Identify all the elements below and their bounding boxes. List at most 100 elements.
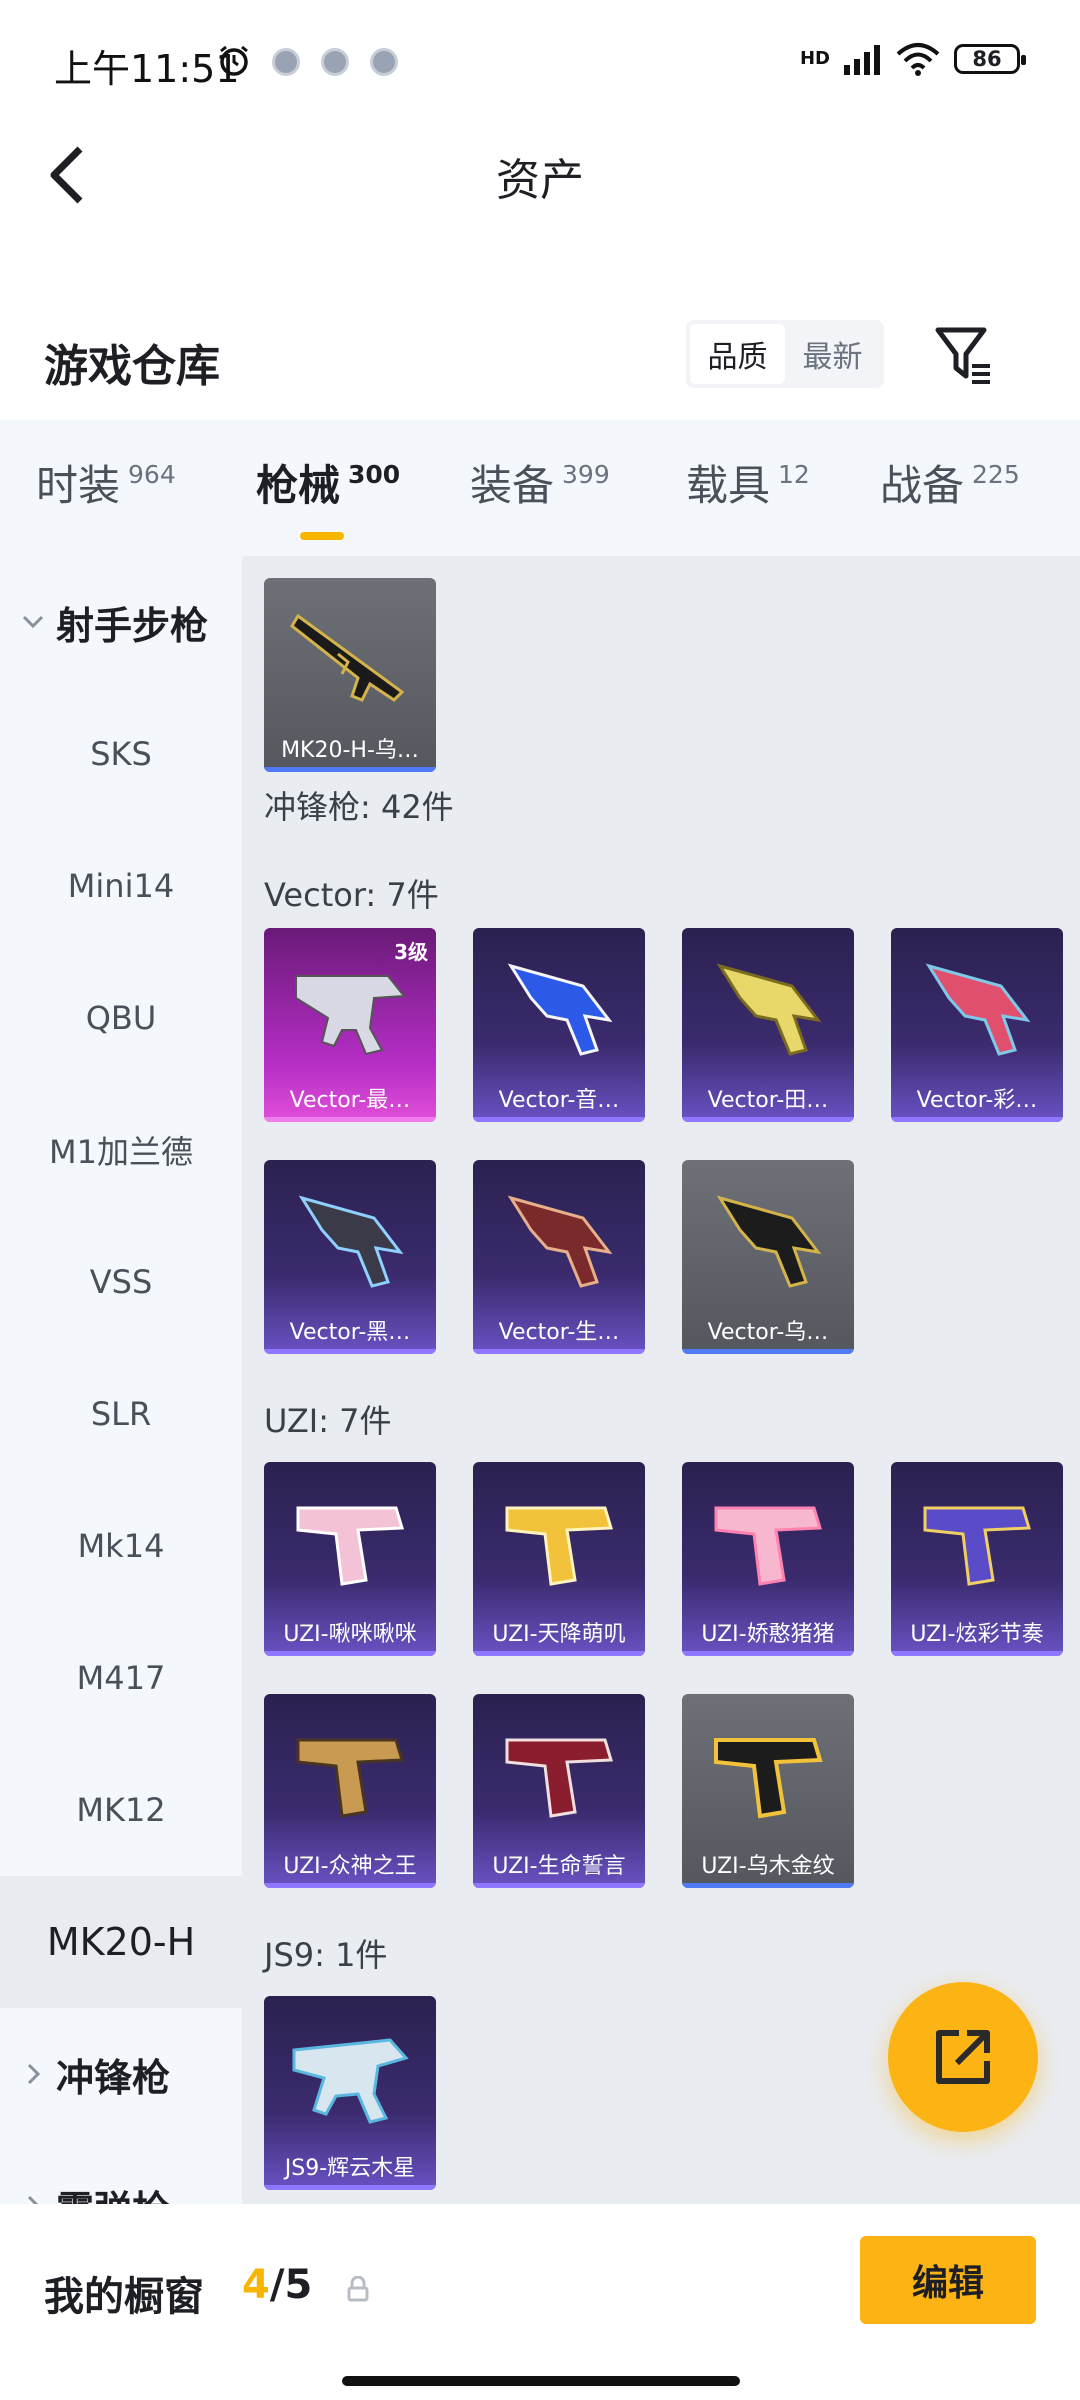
sidebar-item-sks[interactable]: SKS [0, 688, 242, 820]
rarity-bar [682, 1883, 854, 1888]
share-icon [936, 2030, 990, 2084]
rarity-bar [264, 1349, 436, 1354]
showcase-label: 我的橱窗 [44, 2274, 204, 2320]
sidebar-group-shotgun[interactable]: 霰弹枪 [0, 2140, 242, 2204]
section-label-js9: JS9: 1件 [264, 1936, 388, 1974]
weapon-grid: MK20-H-乌… 冲锋枪: 42件 Vector: 7件 3级 Vector-… [242, 556, 1080, 2204]
weapon-card[interactable]: UZI-天降萌叽 [473, 1462, 645, 1656]
wifi-icon [896, 43, 940, 76]
pistol-image [505, 1738, 613, 1818]
rarity-bar [682, 1349, 854, 1354]
tab-label: 载具 [686, 461, 771, 510]
weapon-card[interactable]: Vector-黑… [264, 1160, 436, 1354]
pistol-image [714, 1738, 823, 1819]
tab-equipment[interactable]: 装备 399 [470, 458, 686, 518]
sidebar-group-label: 霰弹枪 [56, 2179, 170, 2205]
sidebar-item-m417[interactable]: M417 [0, 1612, 242, 1744]
battery-level: 86 [972, 47, 1002, 71]
status-bar: 上午11:51 HD 86 [0, 0, 1080, 120]
weapon-card[interactable]: UZI-众神之王 [264, 1694, 436, 1888]
chevron-down-icon [22, 615, 44, 629]
weapon-card-name: Vector-音… [498, 1088, 620, 1113]
weapon-card-name: UZI-炫彩节奏 [910, 1622, 1044, 1647]
sidebar-item-mk20-h[interactable]: MK20-H [0, 1876, 242, 2008]
rarity-bar [891, 1117, 1063, 1122]
showcase-bar: 我的橱窗 4/5 编辑 [0, 2204, 1080, 2400]
sidebar-group-label: 冲锋枪 [56, 2055, 171, 2100]
network-type: HD [799, 48, 830, 69]
weapon-card[interactable]: Vector-彩… [891, 928, 1063, 1122]
tab-label: 枪械 [256, 461, 341, 510]
showcase-count-max: /5 [269, 2262, 313, 2308]
home-indicator[interactable] [342, 2376, 740, 2386]
tab-count: 964 [128, 460, 176, 489]
sidebar-item-vss[interactable]: VSS [0, 1216, 242, 1348]
weapon-card[interactable]: JS9-辉云木星 [264, 1996, 436, 2190]
sidebar-group-marksman[interactable]: 射手步枪 [0, 556, 242, 688]
tab-count: 300 [348, 460, 401, 489]
tab-fashion[interactable]: 时装 964 [36, 458, 256, 518]
weapon-card[interactable]: UZI-炫彩节奏 [891, 1462, 1063, 1656]
chevron-right-icon [27, 2063, 41, 2085]
weapon-card-name: UZI-乌木金纹 [701, 1854, 835, 1879]
pistol-image [923, 1506, 1031, 1586]
weapon-card[interactable]: 3级 Vector-最… [264, 928, 436, 1122]
weapon-card-name: UZI-生命誓言 [492, 1854, 626, 1879]
tab-label: 战备 [880, 461, 965, 510]
share-button[interactable] [888, 1982, 1038, 2132]
sort-option-newest[interactable]: 最新 [785, 324, 880, 384]
sidebar-item-slr[interactable]: SLR [0, 1348, 242, 1480]
sidebar-item-mk12[interactable]: MK12 [0, 1744, 242, 1876]
smg-image [292, 2038, 409, 2124]
tab-firearms[interactable]: 枪械 300 [256, 458, 470, 540]
weapon-card[interactable]: Vector-乌… [682, 1160, 854, 1354]
weapon-card-name: JS9-辉云木星 [284, 2156, 416, 2181]
weapon-card[interactable]: MK20-H-乌… [264, 578, 436, 772]
notification-app-icon [272, 48, 300, 76]
tab-label: 装备 [470, 461, 555, 510]
filter-button[interactable] [934, 322, 994, 388]
pistol-image [296, 1738, 404, 1818]
section-label-uzi: UZI: 7件 [264, 1402, 392, 1440]
weapon-card[interactable]: Vector-田… [682, 928, 854, 1122]
tab-count: 225 [972, 460, 1020, 489]
signal-icon [844, 45, 880, 75]
battery-indicator: 86 [954, 44, 1026, 74]
weapon-card-name: MK20-H-乌… [281, 738, 419, 763]
sort-toggle: 品质 最新 [686, 320, 884, 388]
showcase-count-current: 4 [242, 2262, 270, 2308]
sidebar-item-m1-garand[interactable]: M1加兰德 [0, 1084, 242, 1216]
showcase-count: 4/5 [242, 2262, 312, 2308]
weapon-card[interactable]: UZI-生命誓言 [473, 1694, 645, 1888]
weapon-card-name: UZI-娇憨猪猪 [701, 1622, 835, 1647]
smg-image [716, 1195, 822, 1288]
smg-image [507, 1195, 613, 1288]
sidebar-item-qbu[interactable]: QBU [0, 952, 242, 1084]
rarity-bar [473, 1349, 645, 1354]
filter-icon [935, 327, 990, 384]
tab-supplies[interactable]: 战备 225 [880, 458, 1050, 518]
weapon-card-name: Vector-田… [707, 1088, 829, 1113]
notification-app-icon [370, 48, 398, 76]
weapon-card[interactable]: UZI-乌木金纹 [682, 1694, 854, 1888]
weapon-card[interactable]: UZI-娇憨猪猪 [682, 1462, 854, 1656]
weapon-card[interactable]: Vector-音… [473, 928, 645, 1122]
rarity-bar [682, 1117, 854, 1122]
tab-vehicles[interactable]: 载具 12 [686, 458, 880, 518]
sidebar-group-smg[interactable]: 冲锋枪 [0, 2008, 242, 2140]
pistol-image [296, 1506, 404, 1586]
sort-option-quality[interactable]: 品质 [690, 324, 785, 384]
edit-button[interactable]: 编辑 [860, 2236, 1036, 2324]
weapon-card-name: Vector-最… [289, 1088, 411, 1113]
weapon-card[interactable]: UZI-啾咪啾咪 [264, 1462, 436, 1656]
rarity-bar [473, 1117, 645, 1122]
sidebar-item-mini14[interactable]: Mini14 [0, 820, 242, 952]
sidebar-item-mk14[interactable]: Mk14 [0, 1480, 242, 1612]
smg-image [298, 1195, 404, 1288]
weapon-card-name: Vector-乌… [707, 1320, 829, 1345]
weapon-card-name: Vector-黑… [289, 1320, 411, 1345]
weapon-card[interactable]: Vector-生… [473, 1160, 645, 1354]
rarity-bar [682, 1651, 854, 1656]
section-summary-smg: 冲锋枪: 42件 [264, 788, 454, 826]
tab-count: 12 [778, 460, 810, 489]
